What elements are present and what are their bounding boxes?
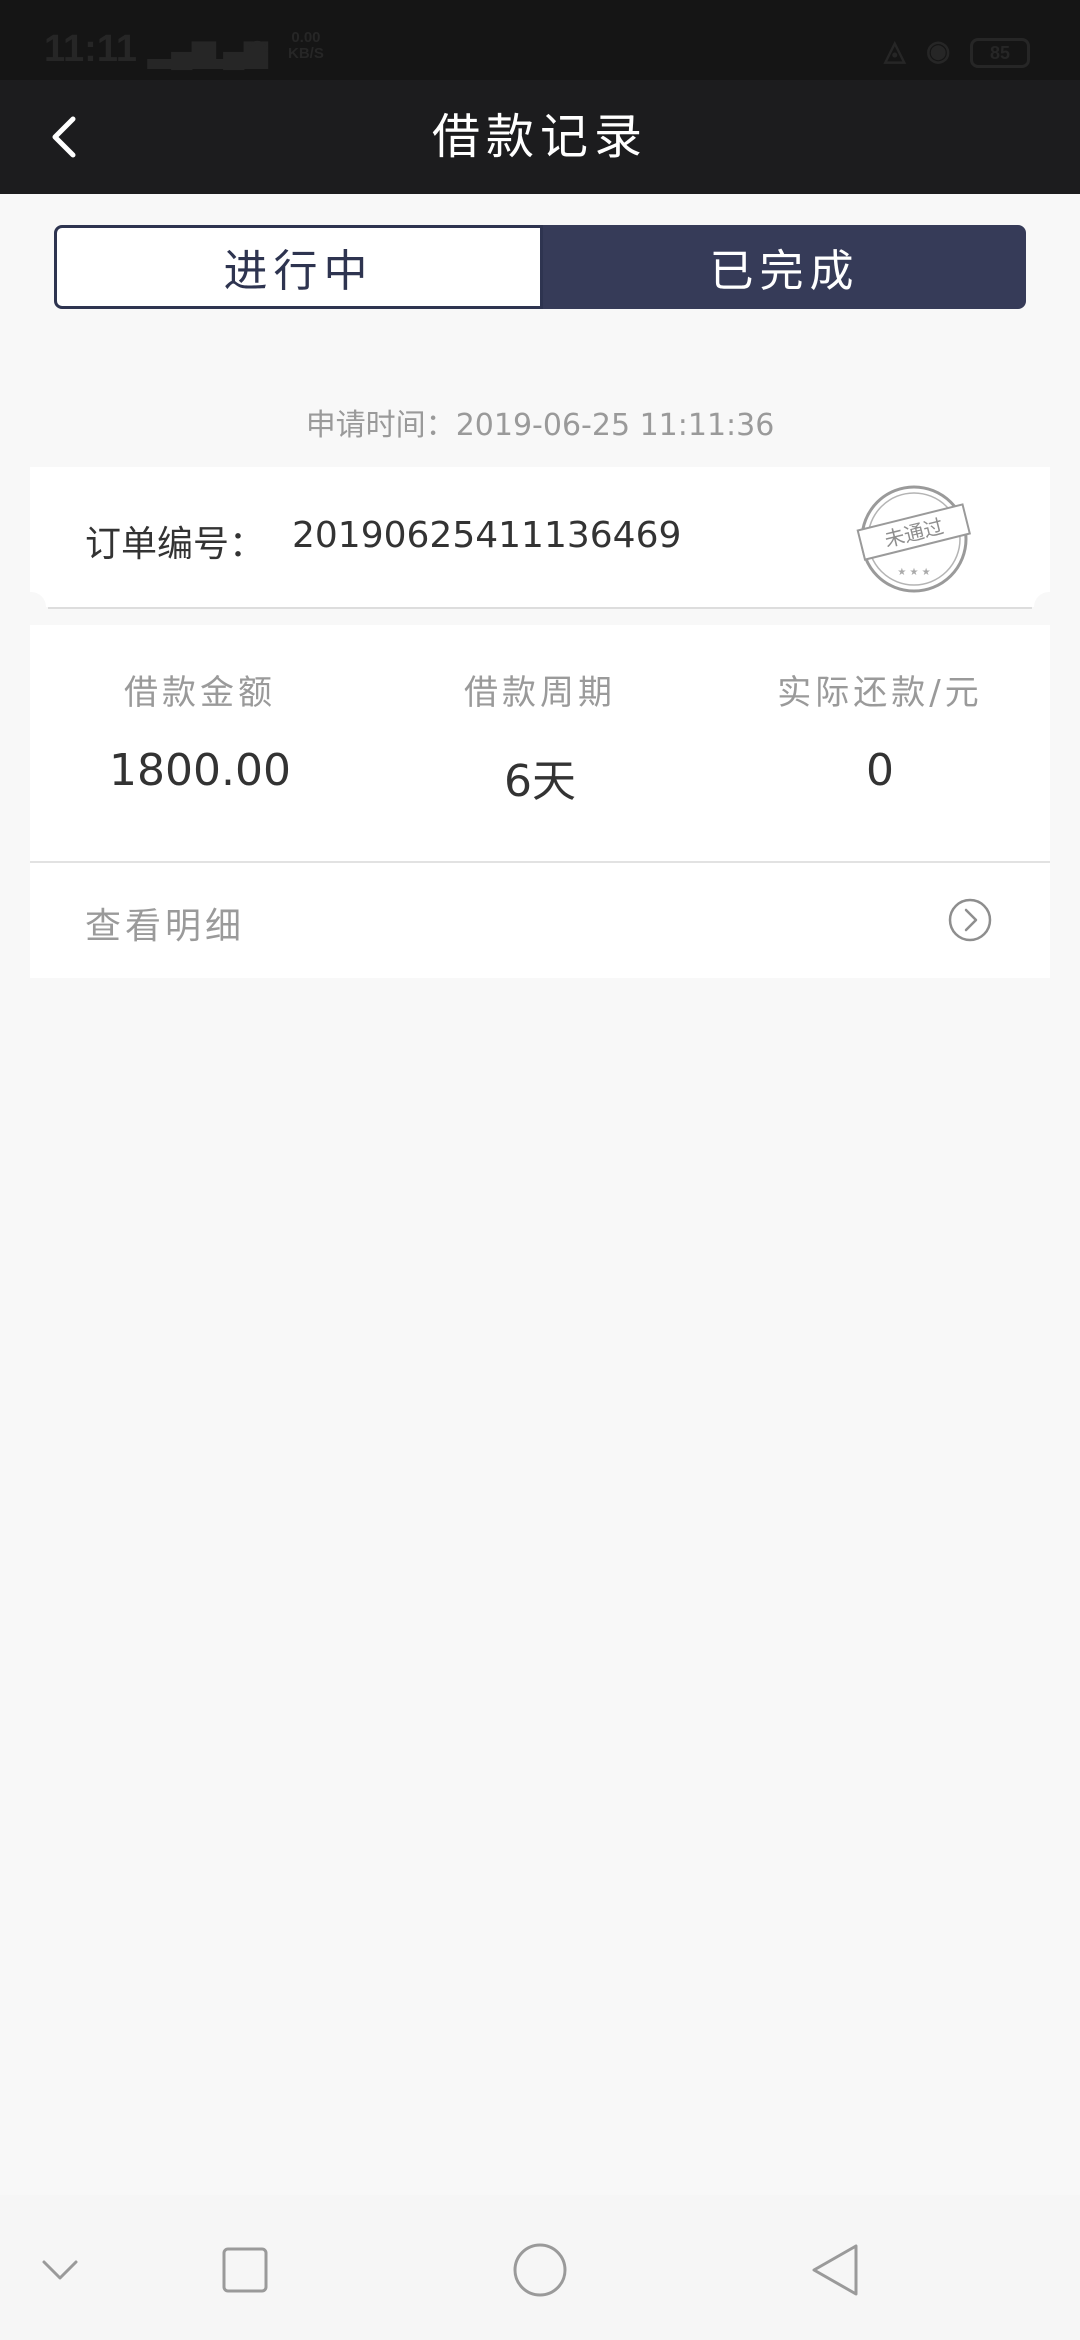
- apply-time-label: 申请时间：: [305, 408, 456, 443]
- card-divider: [48, 607, 1032, 609]
- network-speed: 0.00 KB/S: [288, 29, 324, 62]
- triangle-back-icon: [812, 2244, 858, 2296]
- hide-nav-button[interactable]: [25, 2235, 95, 2305]
- home-button[interactable]: [505, 2235, 575, 2305]
- status-time: 11:11: [44, 28, 137, 70]
- status-bar: 11:11 ▂▄▆ ▂▄▆ ◠ 0.00 KB/S ◬ ◉ 85: [0, 0, 1080, 80]
- chevron-down-icon: [42, 2260, 78, 2280]
- tab-bar: 进行中 已完成: [54, 225, 1026, 309]
- page-title: 借款记录: [431, 109, 648, 165]
- square-icon: [222, 2247, 268, 2293]
- alarm-icon: ◉: [926, 35, 951, 66]
- stat-loan-period: 借款周期 6天: [370, 625, 710, 861]
- card-notch: [1034, 592, 1064, 622]
- loan-stats: 借款金额 1800.00 借款周期 6天 实际还款/元 0: [30, 625, 1050, 861]
- order-number: 20190625411136469: [292, 515, 682, 556]
- view-details-row[interactable]: 查看明细: [30, 863, 1050, 978]
- card-notch: [16, 592, 46, 622]
- stat-value: 1800.00: [109, 745, 291, 796]
- system-nav-bar: [0, 2195, 1080, 2340]
- circle-chevron-right-icon: [948, 898, 992, 942]
- stat-label: 借款金额: [124, 673, 276, 713]
- svg-text:★ ★ ★: ★ ★ ★: [897, 567, 930, 578]
- rejected-stamp-icon: 未通过 ★ ★ ★: [856, 485, 971, 593]
- stat-loan-amount: 借款金额 1800.00: [30, 625, 370, 861]
- recents-button[interactable]: [210, 2235, 280, 2305]
- stat-value: 6天: [504, 756, 576, 807]
- battery-icon: 85: [970, 38, 1030, 68]
- tab-ongoing[interactable]: 进行中: [54, 225, 543, 309]
- order-card-header: 订单编号： 20190625411136469 未通过 ★ ★ ★: [30, 467, 1050, 607]
- circle-icon: [513, 2243, 567, 2297]
- tab-completed[interactable]: 已完成: [543, 225, 1026, 309]
- apply-time: 申请时间：2019-06-25 11:11:36: [0, 400, 1080, 448]
- order-number-label: 订单编号：: [85, 524, 266, 565]
- stat-label: 实际还款/元: [777, 673, 983, 713]
- apply-time-value: 2019-06-25 11:11:36: [455, 408, 775, 443]
- view-details-label: 查看明细: [85, 906, 246, 947]
- back-nav-button[interactable]: [800, 2235, 870, 2305]
- stat-label: 借款周期: [464, 673, 616, 713]
- stat-actual-repayment: 实际还款/元 0: [710, 625, 1050, 861]
- header: 借款记录: [0, 80, 1080, 194]
- wifi-icon: ◠: [246, 34, 269, 64]
- bell-icon: ◬: [884, 35, 906, 66]
- stat-value: 0: [866, 745, 894, 796]
